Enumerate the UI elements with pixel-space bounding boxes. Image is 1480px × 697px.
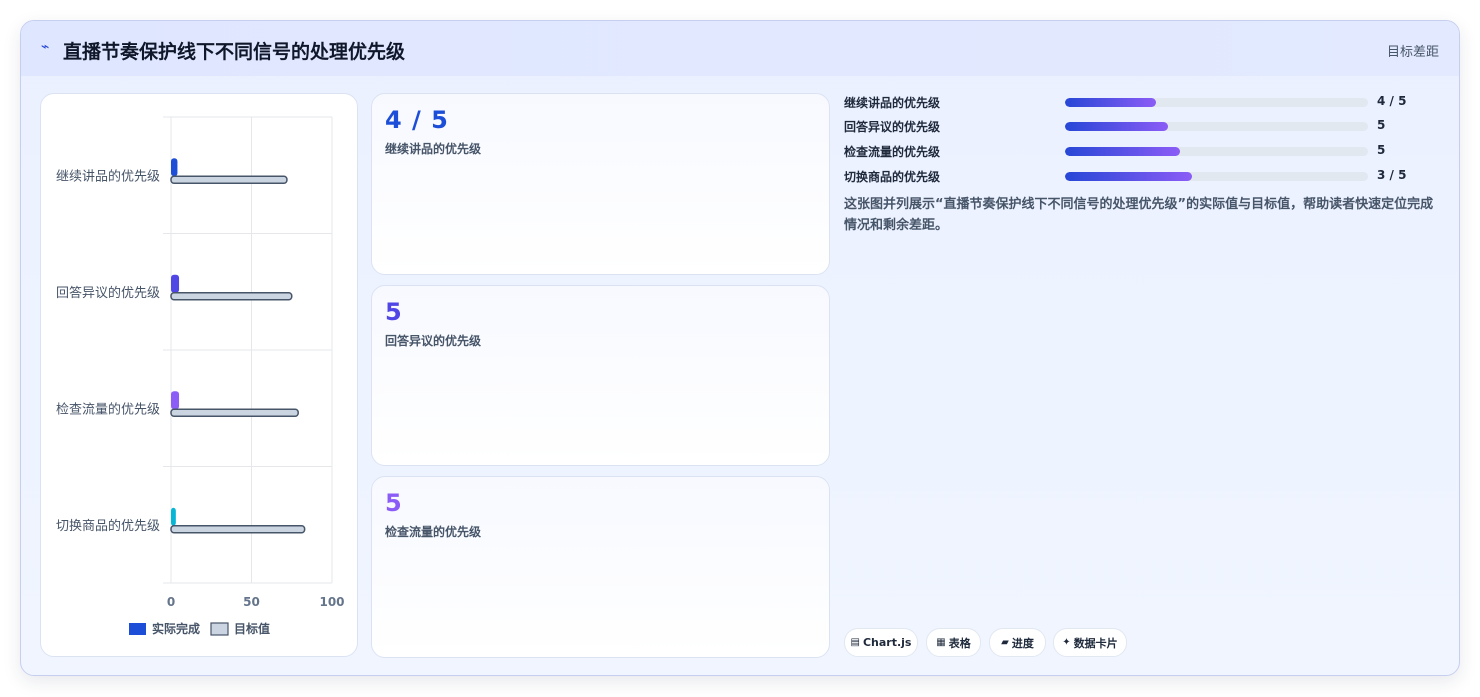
progress-value: 5	[1377, 143, 1386, 157]
chip-progress[interactable]: ▰ 进度	[989, 628, 1046, 657]
actual-bar	[171, 507, 176, 526]
target-bar	[170, 408, 299, 417]
target-bar	[170, 292, 293, 301]
progress-track	[1065, 147, 1368, 156]
stat-card-3: 5 检查流量的优先级	[371, 476, 830, 658]
progress-row: 检查流量的优先级 5	[844, 143, 1444, 159]
chip-label: 进度	[1011, 636, 1034, 650]
progress-value: 5	[1377, 118, 1386, 132]
actual-bar	[171, 391, 180, 410]
y-category-label: 继续讲品的优先级	[56, 168, 160, 184]
y-category-label: 检查流量的优先级	[56, 401, 160, 417]
target-bar	[170, 175, 288, 184]
chip-data-card[interactable]: ✦ 数据卡片	[1053, 628, 1127, 657]
progress-row: 切换商品的优先级 3 / 5	[844, 168, 1444, 184]
stat-label: 回答异议的优先级	[385, 334, 482, 348]
progress-track	[1065, 122, 1368, 131]
actual-bar	[171, 158, 178, 177]
stat-card-2: 5 回答异议的优先级	[371, 285, 830, 466]
chip-label: 数据卡片	[1073, 636, 1118, 650]
x-tick-label: 0	[167, 595, 175, 609]
progress-label: 切换商品的优先级	[844, 170, 941, 184]
chip-chartjs[interactable]: ▤ Chart.js	[844, 628, 918, 657]
chart-description: 这张图并列展示“直播节奏保护线下不同信号的处理优先级”的实际值与目标值，帮助读者…	[844, 197, 1434, 233]
x-tick-label: 100	[319, 595, 344, 609]
progress-fill	[1065, 147, 1181, 156]
legend-swatch-actual	[129, 623, 146, 635]
sparkle-icon: ✦	[1062, 637, 1071, 648]
dashboard-card: ⌁ 直播节奏保护线下不同信号的处理优先级 目标差距 0 50 100 继续讲品的优先级…	[20, 20, 1460, 676]
stat-card-1: 4 / 5 继续讲品的优先级	[371, 93, 830, 275]
stat-label: 继续讲品的优先级	[385, 142, 482, 156]
bar-chart-panel: 0 50 100 继续讲品的优先级 回答异议的优先级 检查流量的优先级 切换商品的优先级实际…	[40, 93, 358, 657]
progress-fill	[1065, 122, 1169, 131]
progress-fill	[1065, 98, 1156, 107]
progress-label: 继续讲品的优先级	[844, 96, 941, 110]
stat-label: 检查流量的优先级	[385, 525, 482, 539]
stat-value: 5	[385, 489, 403, 517]
progress-label: 检查流量的优先级	[844, 145, 941, 159]
bar-chart: 0 50 100 继续讲品的优先级回答异议的优先级检查流量的优先级切换商品的优先级实际…	[56, 116, 345, 636]
stat-value: 5	[385, 298, 403, 326]
lightning-icon: ⌁	[41, 39, 50, 55]
progress-label: 回答异议的优先级	[844, 120, 941, 134]
card-header: ⌁ 直播节奏保护线下不同信号的处理优先级 目标差距	[21, 21, 1459, 76]
y-category-label: 回答异议的优先级	[56, 285, 160, 301]
stat-value: 4 / 5	[385, 106, 449, 134]
chip-label: Chart.js	[862, 636, 912, 649]
progress-fill	[1065, 172, 1193, 181]
table-icon: ▦	[936, 637, 946, 648]
chip-label: 表格	[948, 636, 971, 650]
page-title: 直播节奏保护线下不同信号的处理优先级	[63, 41, 406, 63]
progress-value: 3 / 5	[1377, 168, 1407, 182]
progress-icon: ▰	[1001, 637, 1009, 648]
progress-row: 继续讲品的优先级 4 / 5	[844, 94, 1444, 110]
progress-track	[1065, 172, 1368, 181]
legend-label: 目标值	[234, 621, 270, 636]
chip-table[interactable]: ▦ 表格	[926, 628, 981, 657]
x-tick-label: 50	[243, 595, 260, 609]
progress-row: 回答异议的优先级 5	[844, 118, 1444, 134]
progress-value: 4 / 5	[1377, 94, 1407, 108]
target-bar	[170, 525, 306, 534]
progress-track	[1065, 98, 1368, 107]
actual-bar	[171, 274, 180, 293]
chart-icon: ▤	[850, 637, 860, 648]
y-category-label: 切换商品的优先级	[56, 518, 160, 534]
legend-label: 实际完成	[152, 621, 200, 636]
legend-swatch-target	[210, 622, 229, 636]
gap-label: 目标差距	[1386, 45, 1439, 60]
